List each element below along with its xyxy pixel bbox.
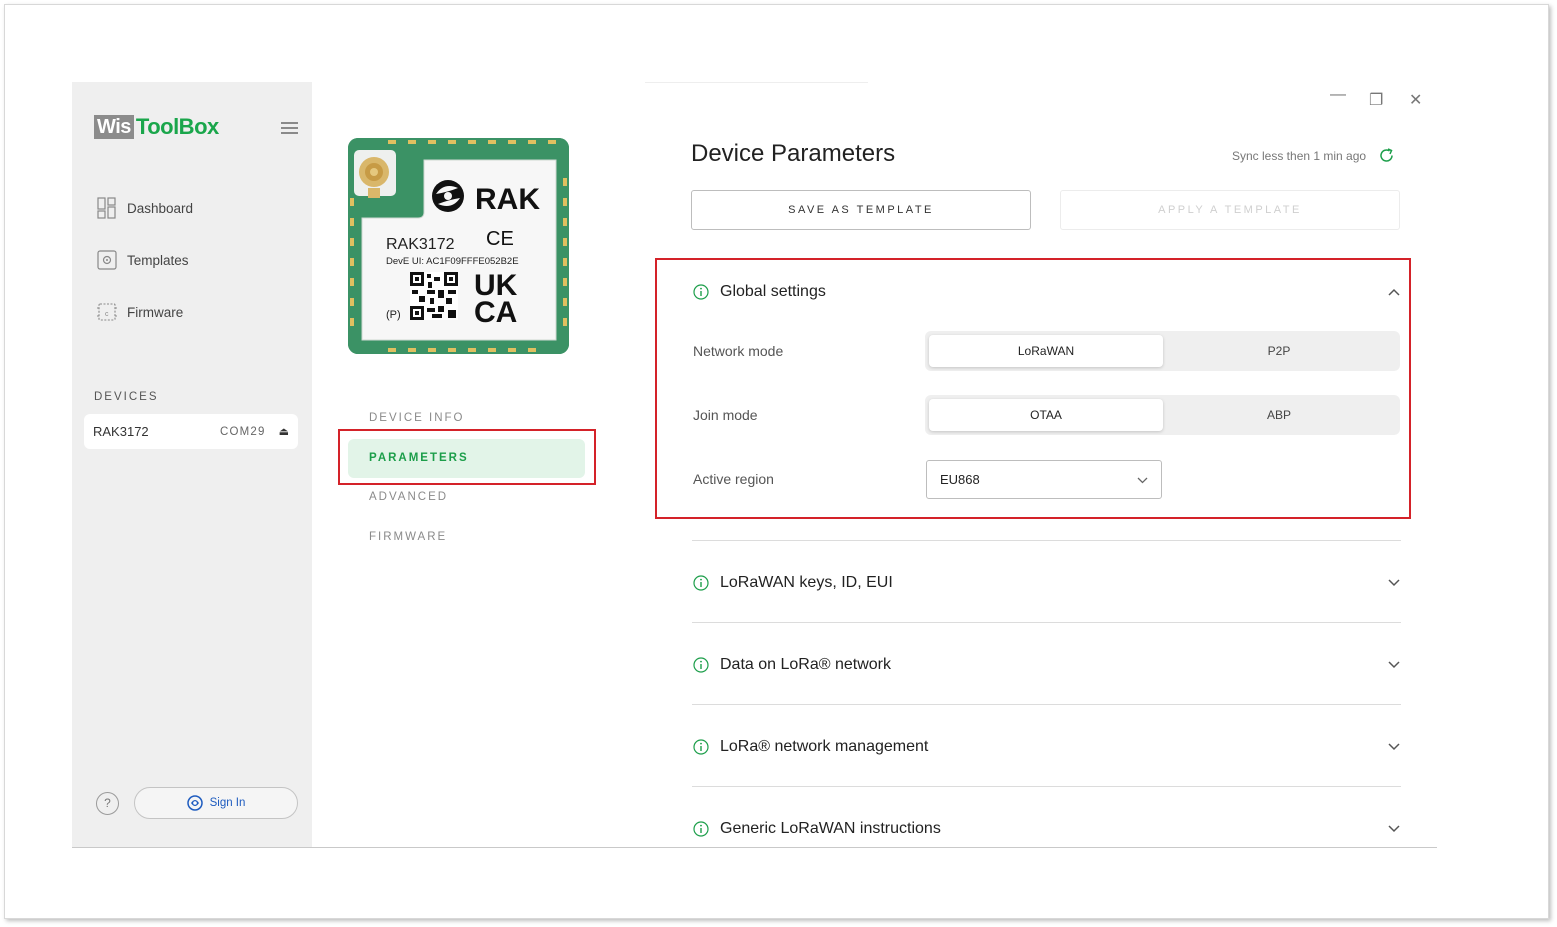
section-title: Global settings [720, 283, 826, 300]
ce-mark-text: CE [486, 228, 514, 250]
network-mode-label: Network mode [693, 343, 784, 359]
restore-icon[interactable]: ❐ [1369, 90, 1383, 110]
section-title: LoRaWAN keys, ID, EUI [720, 574, 893, 591]
sidebar-item-label: Dashboard [127, 200, 194, 216]
chevron-down-icon[interactable] [1387, 658, 1401, 672]
info-icon [693, 657, 709, 673]
section-lora-network-management[interactable]: LoRa® network management [693, 735, 1401, 759]
sidebar-item-label: Templates [127, 252, 189, 268]
info-icon [693, 821, 709, 837]
chevron-up-icon[interactable] [1387, 285, 1401, 299]
device-p-text: (P) [386, 309, 401, 321]
info-icon [693, 284, 709, 300]
rak-logo-icon [186, 795, 203, 811]
device-module-image: RAK RAK3172 CE DevE UI: AC1F09FFFE052B2E… [348, 138, 569, 354]
join-mode-abp[interactable]: ABP [1162, 399, 1396, 431]
active-region-select[interactable]: EU868 [926, 460, 1162, 499]
qr-code-icon [410, 272, 458, 320]
active-region-label: Active region [693, 471, 774, 487]
hamburger-menu-icon[interactable] [281, 122, 298, 134]
sidebar-item-dashboard[interactable]: Dashboard [96, 182, 193, 234]
app-window: Wis ToolBox Dashboard Templates c Firmwa… [72, 82, 1437, 848]
ukca-mark-bottom: CA [474, 296, 517, 329]
device-port: COM29 [219, 425, 266, 438]
device-model-text: RAK3172 [386, 236, 455, 253]
sidebar-nav: Dashboard Templates c Firmware [96, 182, 193, 338]
minimize-icon[interactable]: — [1330, 86, 1346, 104]
screenshot-frame: Wis ToolBox Dashboard Templates c Firmwa… [4, 4, 1549, 919]
logo-wis: Wis [94, 115, 134, 139]
section-lorawan-keys[interactable]: LoRaWAN keys, ID, EUI [693, 571, 1401, 595]
sign-in-label: Sign In [209, 797, 246, 809]
device-deveui-text: DevE UI: AC1F09FFFE052B2E [386, 256, 519, 267]
section-title: Generic LoRaWAN instructions [720, 820, 941, 837]
sync-status-text: Sync less then 1 min ago [1232, 148, 1367, 163]
app-logo: Wis ToolBox [94, 114, 219, 140]
join-mode-otaa[interactable]: OTAA [929, 399, 1163, 431]
join-mode-toggle: OTAA ABP [925, 395, 1400, 435]
section-data-on-lora-network[interactable]: Data on LoRa® network [693, 653, 1401, 677]
sidebar-item-templates[interactable]: Templates [96, 234, 193, 286]
join-mode-label: Join mode [693, 407, 758, 423]
info-icon [693, 575, 709, 591]
active-region-value: EU868 [940, 472, 980, 487]
devices-heading: DEVICES [94, 391, 159, 403]
info-icon [693, 739, 709, 755]
apply-template-button[interactable]: APPLY A TEMPLATE [1060, 190, 1400, 230]
section-divider [692, 786, 1401, 787]
device-brand-text: RAK [475, 183, 540, 216]
device-name: RAK3172 [93, 424, 149, 439]
sidebar-item-firmware[interactable]: c Firmware [96, 286, 193, 338]
section-generic-lorawan-instructions[interactable]: Generic LoRaWAN instructions [693, 817, 1401, 841]
page-title: Device Parameters [691, 140, 896, 167]
device-card[interactable]: RAK3172 COM29 ⏏ [84, 414, 298, 449]
sign-in-button[interactable]: Sign In [134, 787, 298, 819]
chevron-down-icon[interactable] [1387, 576, 1401, 590]
section-title: LoRa® network management [720, 738, 929, 755]
sync-status: Sync less then 1 min ago [1232, 147, 1395, 164]
save-as-template-button[interactable]: SAVE AS TEMPLATE [691, 190, 1031, 230]
top-divider [645, 82, 868, 83]
rak-brand-icon [432, 180, 464, 212]
dashboard-icon [96, 197, 118, 219]
section-divider [692, 622, 1401, 623]
eject-icon[interactable]: ⏏ [279, 425, 289, 438]
section-global-settings[interactable]: Global settings [693, 280, 1401, 304]
sidebar: Wis ToolBox Dashboard Templates c Firmwa… [72, 82, 312, 847]
templates-icon [96, 249, 118, 271]
chevron-down-icon [1137, 472, 1148, 487]
chevron-down-icon[interactable] [1387, 822, 1401, 836]
section-title: Data on LoRa® network [720, 656, 891, 673]
network-mode-lorawan[interactable]: LoRaWAN [929, 335, 1163, 367]
refresh-icon[interactable] [1378, 147, 1395, 164]
network-mode-toggle: LoRaWAN P2P [925, 331, 1400, 371]
section-divider [692, 540, 1401, 541]
logo-toolbox: ToolBox [135, 114, 219, 139]
help-icon[interactable]: ? [96, 792, 119, 815]
network-mode-p2p[interactable]: P2P [1162, 335, 1396, 367]
section-divider [692, 704, 1401, 705]
close-icon[interactable]: ✕ [1409, 90, 1422, 110]
firmware-icon: c [96, 301, 118, 323]
svg-text:c: c [105, 311, 109, 318]
chevron-down-icon[interactable] [1387, 740, 1401, 754]
tab-firmware[interactable]: FIRMWARE [348, 518, 585, 557]
sidebar-item-label: Firmware [127, 304, 184, 320]
highlight-box-parameters [338, 429, 596, 485]
